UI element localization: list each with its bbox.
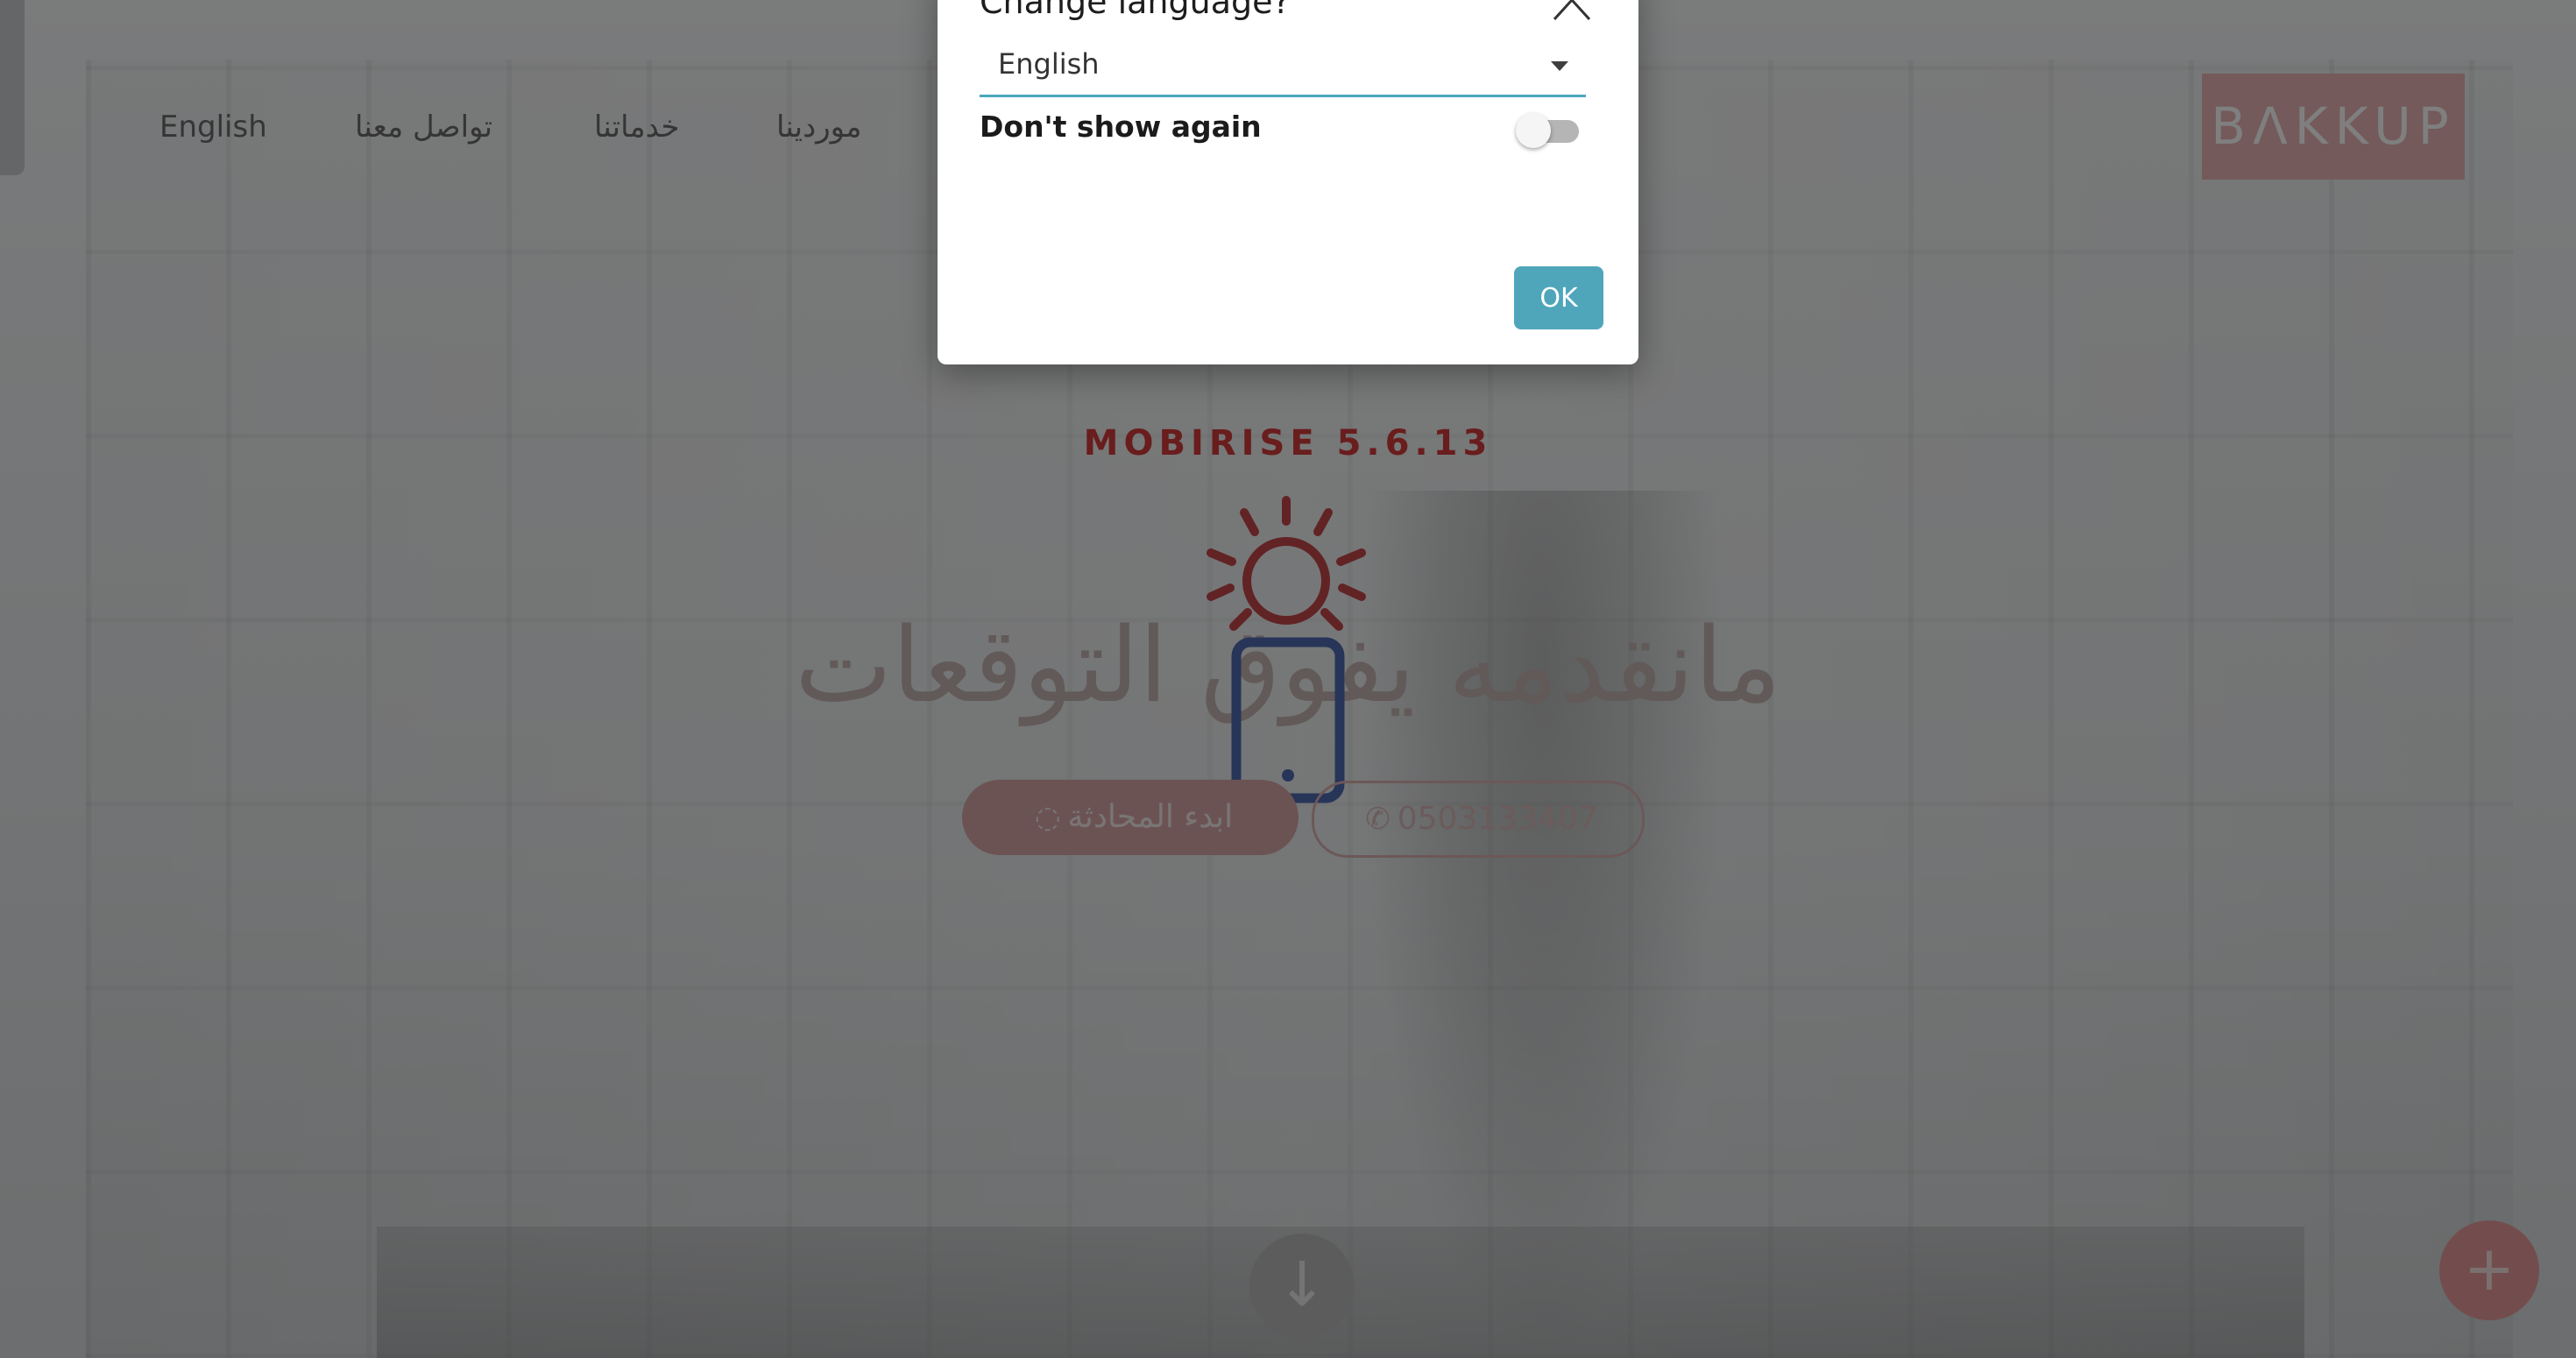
dont-show-again-toggle[interactable] <box>1516 113 1581 148</box>
language-select-value: English <box>998 47 1100 81</box>
caret-down-icon <box>1551 61 1568 71</box>
ok-button[interactable]: OK <box>1514 266 1603 329</box>
chevron-up-icon[interactable] <box>1553 0 1591 21</box>
toggle-thumb <box>1516 113 1551 148</box>
dont-show-again-label: Don't show again <box>980 110 1262 144</box>
language-select[interactable]: English <box>980 42 1586 97</box>
dialog-title: Change language? <box>980 0 1291 21</box>
change-language-dialog: Change language? English Don't show agai… <box>938 0 1638 364</box>
